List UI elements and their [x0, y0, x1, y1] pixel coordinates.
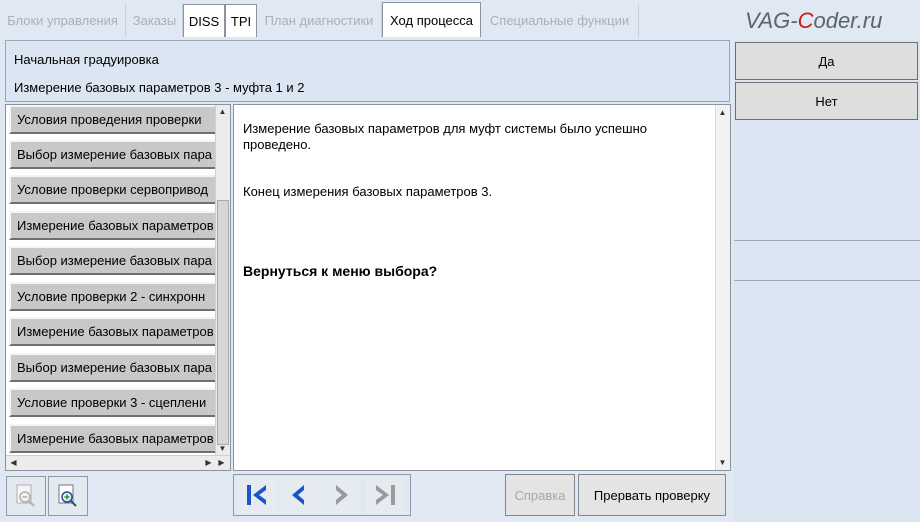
previous-step-button[interactable] — [279, 476, 319, 514]
watermark-logo: VAG-Coder.ru — [745, 8, 883, 33]
test-title: Начальная градуировка — [14, 52, 159, 67]
next-step-button[interactable] — [321, 476, 361, 514]
message-panel: Измерение базовых параметров для муфт си… — [233, 104, 731, 471]
last-step-button[interactable] — [365, 476, 405, 514]
message-scrollbar[interactable]: ▲ ▼ — [715, 105, 730, 470]
test-header: Начальная градуировка Измерение базовых … — [5, 40, 730, 102]
tab-diagnostic-plan[interactable]: План диагностики — [257, 4, 382, 37]
step-item[interactable]: Условие проверки 3 - сцеплени — [9, 388, 219, 417]
zoom-out-button[interactable] — [6, 476, 46, 516]
step-item[interactable]: Условия проведения проверки — [9, 105, 219, 134]
tab-diss[interactable]: DISS — [183, 4, 225, 37]
chevron-right-icon — [336, 485, 348, 505]
tab-special-functions[interactable]: Специальные функции — [481, 4, 639, 37]
message-text: Измерение базовых параметров для муфт си… — [243, 121, 648, 152]
step-item[interactable]: Условие проверки 2 - синхронн — [9, 282, 219, 311]
step-list-vertical-scrollbar[interactable]: ▲ ▼ — [215, 105, 230, 455]
message-text: Конец измерения базовых параметров 3. — [243, 184, 493, 199]
step-item[interactable]: Измерение базовых параметров — [9, 317, 219, 346]
step-list: Условия проведения проверки Выбор измере… — [5, 104, 231, 471]
scroll-up-arrow-icon[interactable]: ▲ — [216, 105, 229, 118]
scroll-right-arrow-icon[interactable]: ▶ — [202, 456, 215, 469]
skip-to-last-icon — [376, 485, 395, 505]
step-item[interactable]: Выбор измерение базовых пара — [9, 353, 219, 382]
divider — [734, 240, 920, 241]
tab-orders[interactable]: Заказы — [127, 4, 183, 37]
answer-panel: Да Нет — [734, 40, 920, 522]
test-subtitle: Измерение базовых параметров 3 - муфта 1… — [14, 80, 305, 95]
yes-button[interactable]: Да — [735, 42, 918, 80]
zoom-in-icon — [58, 484, 77, 507]
step-item[interactable]: Условие проверки сервопривод — [9, 175, 219, 204]
divider — [734, 280, 920, 281]
scroll-up-arrow-icon[interactable]: ▲ — [716, 106, 729, 119]
abort-test-button[interactable]: Прервать проверку — [578, 474, 726, 516]
step-item[interactable]: Измерение базовых параметров — [9, 424, 219, 453]
step-item[interactable]: Выбор измерение базовых пара — [9, 140, 219, 169]
tab-control-units[interactable]: Блоки управления — [0, 4, 126, 37]
skip-to-first-icon — [247, 485, 266, 505]
zoom-out-icon — [16, 484, 35, 507]
scroll-thumb[interactable] — [217, 200, 229, 445]
step-item[interactable]: Измерение базовых параметров — [9, 211, 219, 240]
scroll-left-arrow-icon[interactable]: ◀ — [7, 456, 20, 469]
scroll-down-arrow-icon[interactable]: ▼ — [716, 456, 729, 469]
zoom-in-button[interactable] — [48, 476, 88, 516]
tab-tpi[interactable]: TPI — [225, 4, 257, 37]
first-step-button[interactable] — [237, 476, 277, 514]
chevron-left-icon — [292, 485, 304, 505]
no-button[interactable]: Нет — [735, 82, 918, 120]
tab-process-flow[interactable]: Ход процесса — [382, 2, 481, 37]
scroll-right-arrow-icon[interactable]: ▶ — [215, 456, 228, 469]
scroll-down-arrow-icon[interactable]: ▼ — [216, 442, 229, 455]
message-question: Вернуться к меню выбора? — [243, 263, 438, 279]
step-list-horizontal-scrollbar[interactable]: ◀ ▶ ▶ — [6, 455, 230, 470]
step-item[interactable]: Выбор измерение базовых пара — [9, 246, 219, 275]
help-button[interactable]: Справка — [505, 474, 575, 516]
tab-bar: Блоки управления Заказы DISS TPI План ди… — [0, 0, 920, 37]
